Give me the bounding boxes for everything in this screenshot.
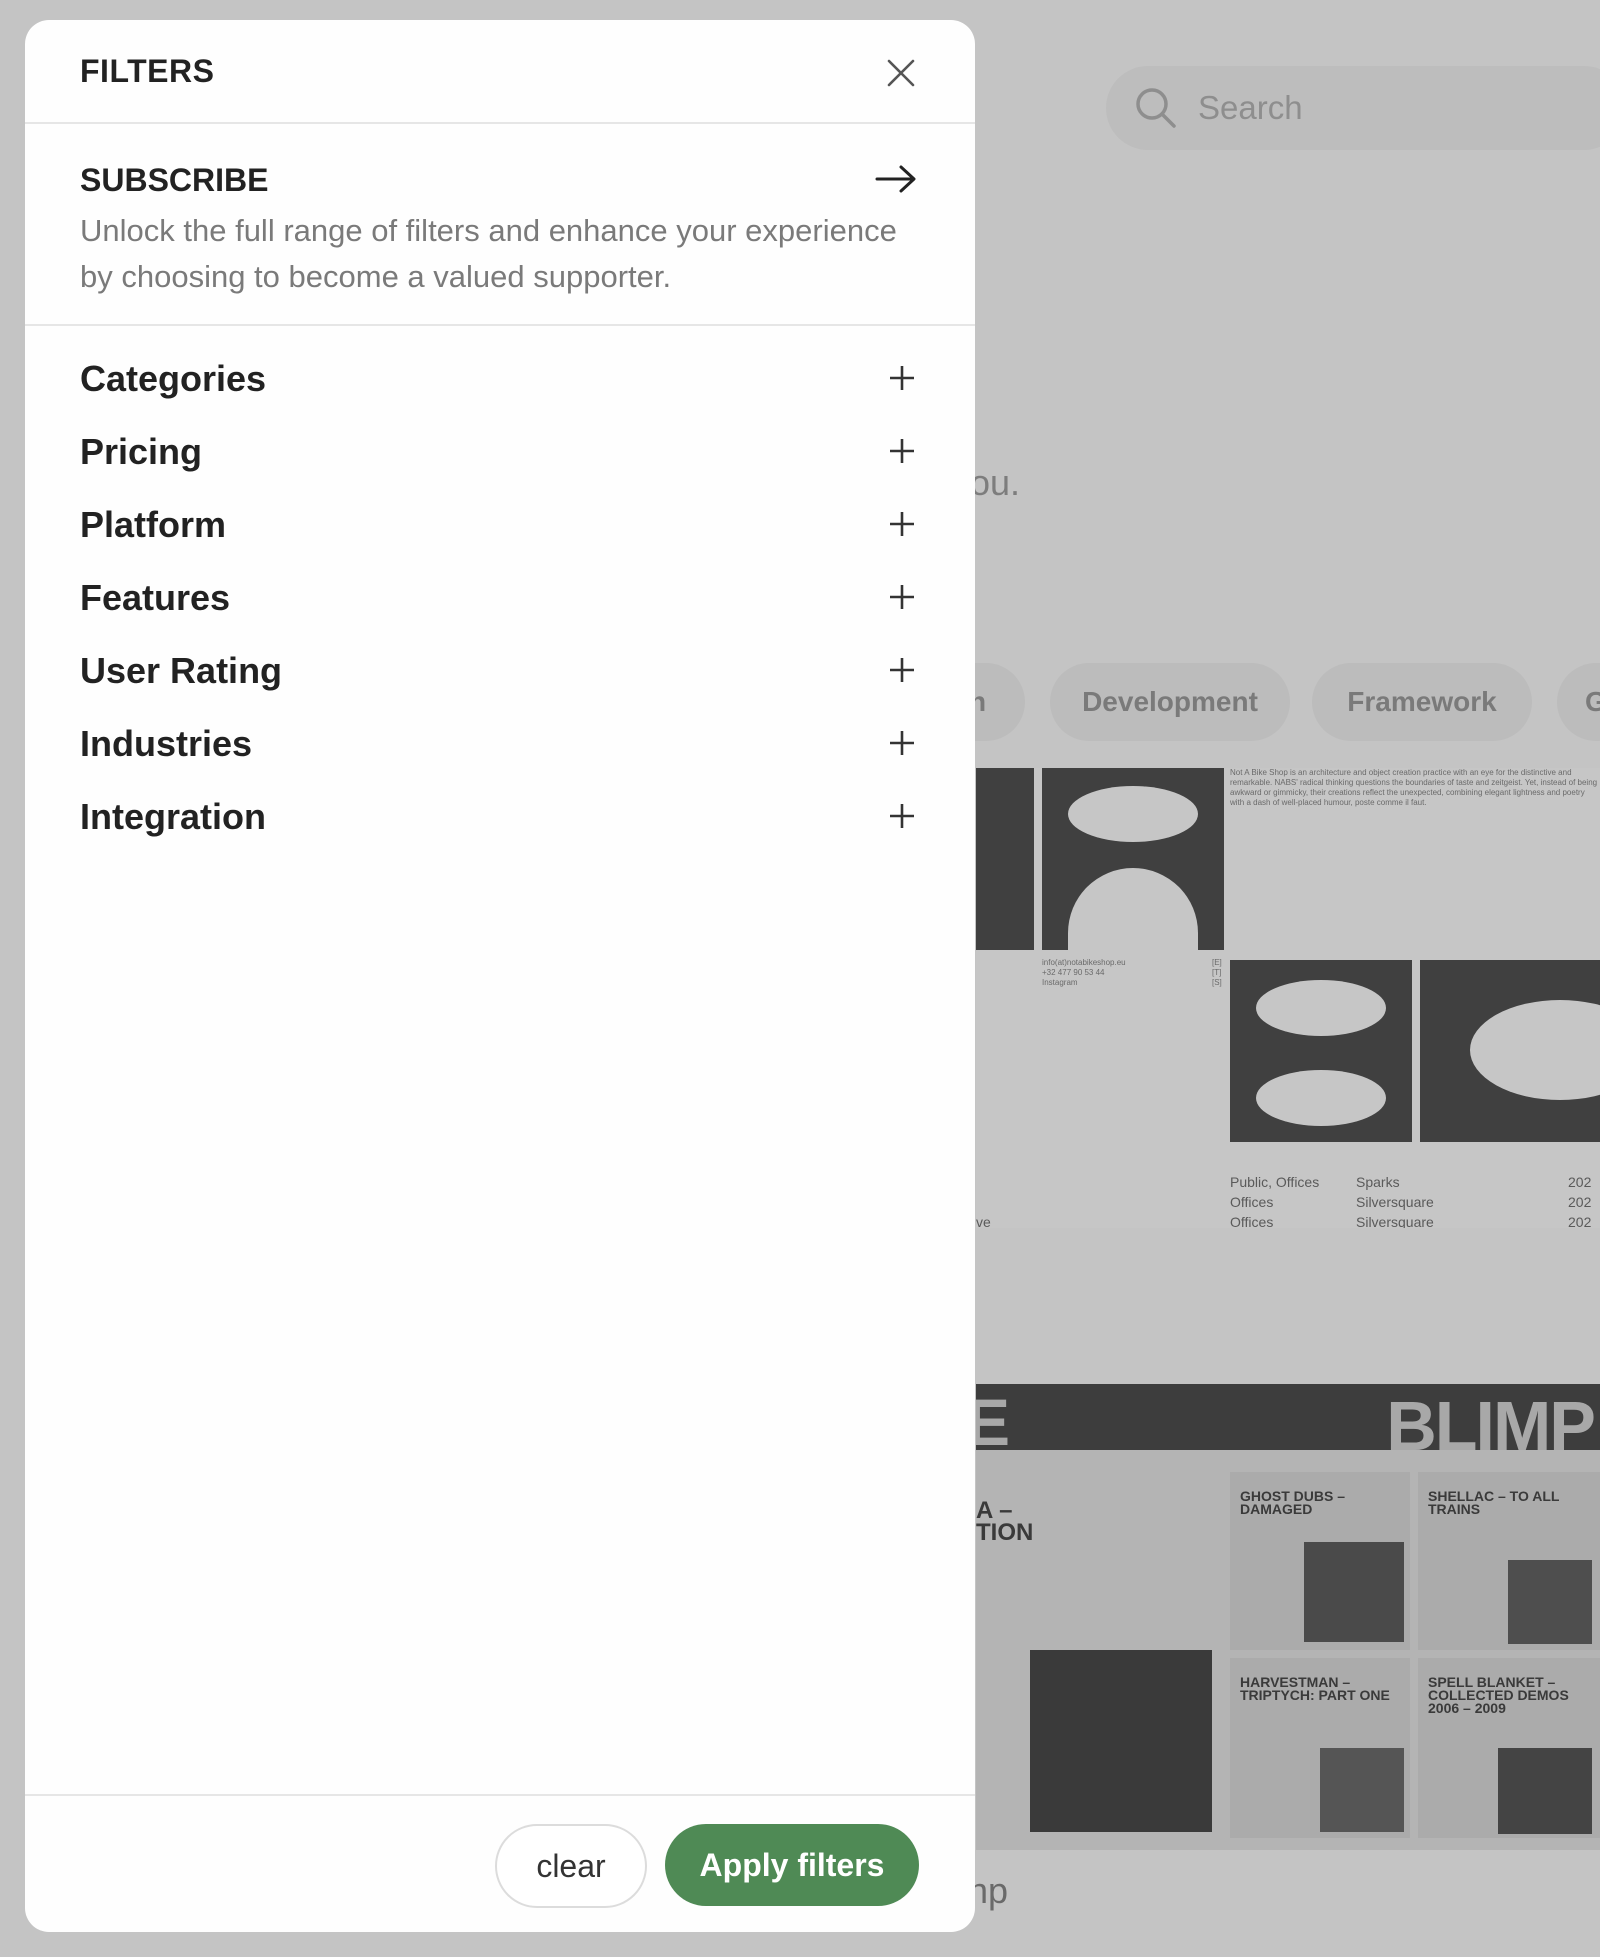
panel-title: FILTERS (80, 53, 215, 89)
album-tile: SHELLAC – TO ALL TRAINS (1418, 1472, 1600, 1650)
subscribe-section[interactable]: SUBSCRIBE Unlock the full range of filte… (25, 124, 975, 326)
search-bar[interactable]: Search (1106, 66, 1600, 150)
subscribe-description: Unlock the full range of filters and enh… (80, 213, 897, 294)
card-side-text: ve (976, 1214, 991, 1228)
search-placeholder: Search (1198, 89, 1303, 126)
graphic-block (1230, 960, 1412, 1142)
plus-icon[interactable] (888, 510, 916, 538)
card-partial-title: A – TION (976, 1497, 1034, 1546)
filter-platform[interactable]: Platform (25, 494, 975, 554)
card-table-col: Public, Offices Offices Offices (1230, 1174, 1320, 1228)
category-pill-framework[interactable]: Framework (1312, 663, 1532, 741)
panel-footer: clear Apply filters (25, 1794, 975, 1932)
filter-label: Categories (80, 358, 267, 399)
filter-industries[interactable]: Industries (25, 713, 975, 773)
card-contact-tags: [E] [T] [S] (1212, 958, 1222, 987)
plus-icon[interactable] (888, 364, 916, 392)
card-header-letter: E (976, 1385, 1011, 1459)
showcase-card[interactable]: Not A Bike Shop is an architecture and o… (976, 768, 1600, 1228)
filters-panel: FILTERS SUBSCRIBE Unlock the full range … (25, 20, 975, 1932)
filter-categories[interactable]: Categories (25, 348, 975, 408)
panel-header: FILTERS (25, 20, 975, 124)
category-pill-development[interactable]: Development (1050, 663, 1290, 741)
filter-label: User Rating (80, 650, 283, 691)
plus-icon[interactable] (888, 729, 916, 757)
album-photo (1030, 1650, 1212, 1832)
card-header-bar: E BLIMP (976, 1384, 1600, 1465)
apply-filters-button[interactable]: Apply filters (665, 1824, 919, 1906)
plus-icon[interactable] (888, 802, 916, 830)
filter-features[interactable]: Features (25, 567, 975, 627)
card-table-col: 202 202 202 (1568, 1174, 1592, 1228)
card-table-col: Sparks Silversquare Silversquare (1356, 1174, 1434, 1228)
filter-label: Pricing (80, 431, 203, 472)
plus-icon[interactable] (888, 437, 916, 465)
search-icon (1136, 88, 1176, 128)
arrow-right-icon[interactable] (873, 162, 919, 196)
album-tile: GHOST DUBS – DAMAGED (1230, 1472, 1410, 1650)
graphic-block (976, 768, 1034, 950)
filter-label: Integration (80, 796, 266, 837)
category-pill[interactable]: G (1557, 663, 1600, 741)
filter-user-rating[interactable]: User Rating (25, 640, 975, 700)
card-contact: info(at)notabikeshop.eu +32 477 90 53 44… (1042, 958, 1126, 987)
filter-label: Platform (80, 504, 227, 545)
album-tile: HARVESTMAN – TRIPTYCH: PART ONE (1230, 1658, 1410, 1838)
showcase-card[interactable]: E BLIMP A – TION GHOST DUBS – DAMAGED SH… (976, 1384, 1600, 1850)
card-brand: BLIMP (1386, 1387, 1596, 1465)
album-tile: SPELL BLANKET – COLLECTED DEMOS 2006 – 2… (1418, 1658, 1600, 1838)
card-blurb: Not A Bike Shop is an architecture and o… (1230, 768, 1598, 807)
hero-text-fragment: ou. (970, 462, 1021, 503)
graphic-block (1042, 768, 1224, 1028)
clear-button[interactable]: clear (495, 1824, 647, 1908)
filter-label: Industries (80, 723, 253, 764)
filter-pricing[interactable]: Pricing (25, 421, 975, 481)
subscribe-title: SUBSCRIBE (80, 162, 269, 198)
plus-icon[interactable] (888, 656, 916, 684)
graphic-block (1420, 960, 1600, 1142)
close-icon[interactable] (883, 55, 919, 91)
plus-icon[interactable] (888, 583, 916, 611)
filter-integration[interactable]: Integration (25, 786, 975, 846)
filter-label: Features (80, 577, 231, 618)
